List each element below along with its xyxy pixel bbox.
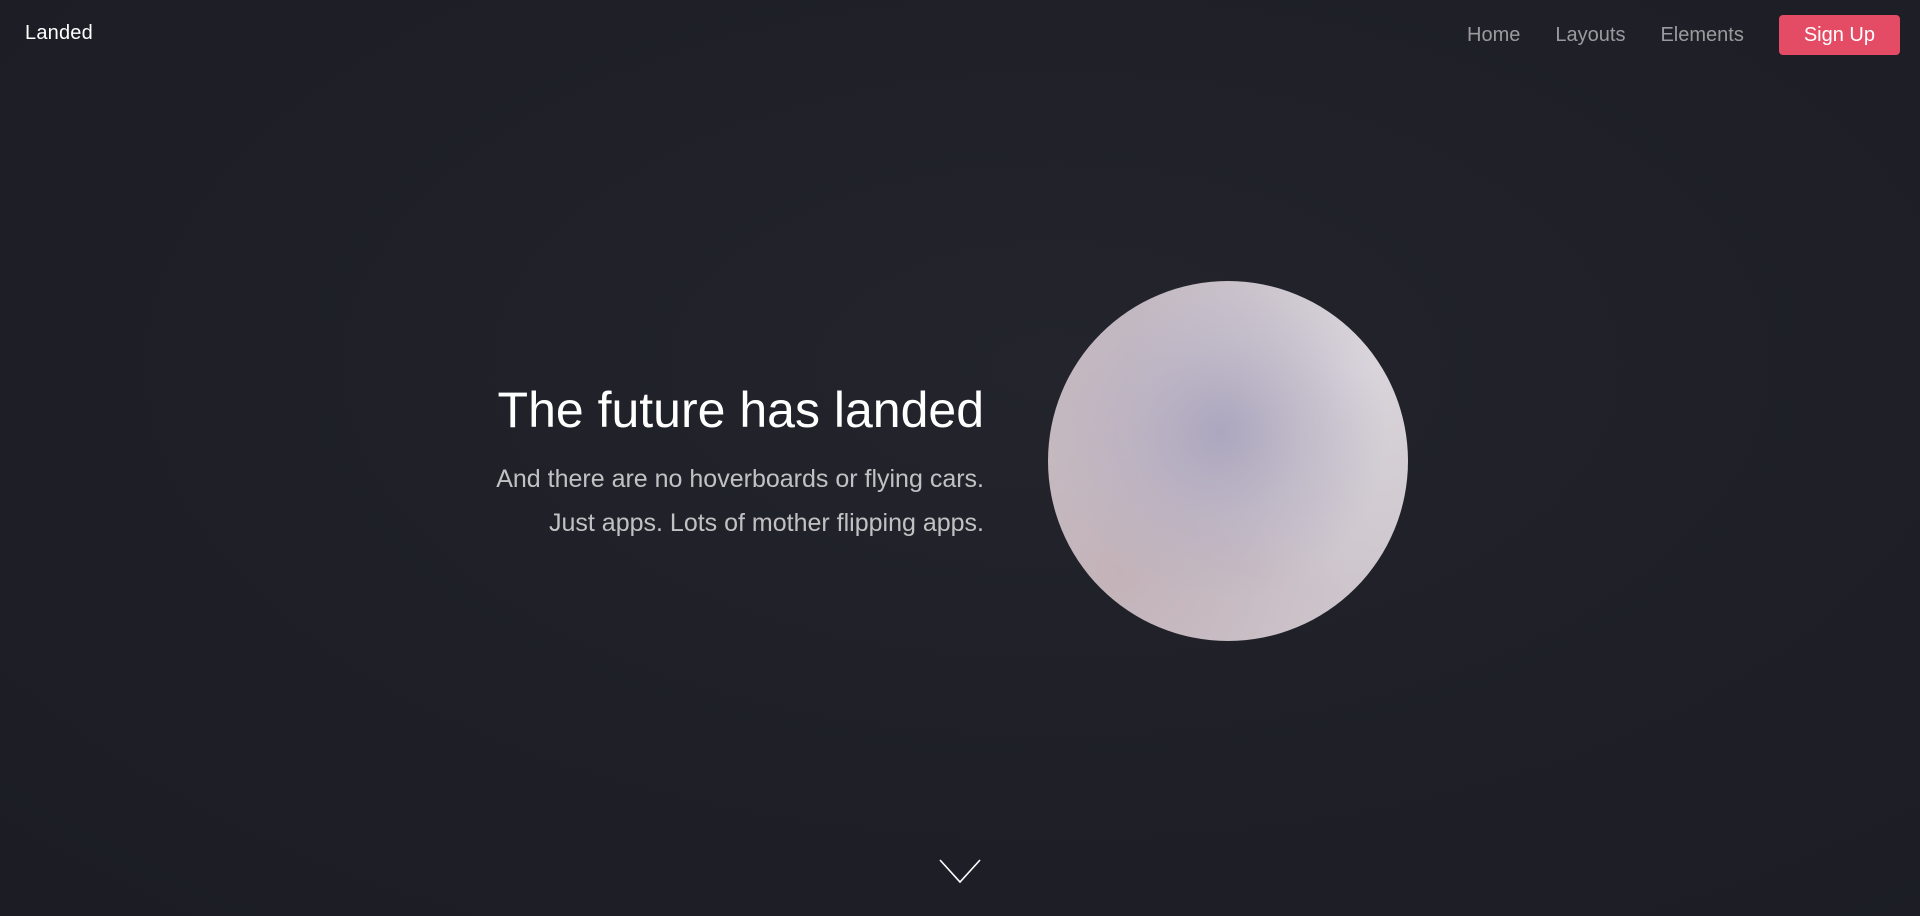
hero-title: The future has landed [497,382,984,438]
hero-image-circle [1048,281,1408,641]
hero-subtitle-line: And there are no hoverboards or flying c… [496,465,984,493]
site-header: Landed Home Layouts Elements Sign Up [0,0,1920,70]
site-logo[interactable]: Landed [25,22,93,45]
chevron-down-icon [939,859,981,884]
hero-subtitle: And there are no hoverboards or flying c… [496,457,984,545]
main-nav: Home Layouts Elements Sign Up [1467,15,1900,55]
nav-link-elements[interactable]: Elements [1660,24,1743,47]
hero-text: The future has landed And there are no h… [496,377,984,545]
scroll-down-button[interactable] [939,857,981,885]
nav-link-home[interactable]: Home [1467,24,1520,47]
hero-subtitle-line: Just apps. Lots of mother flipping apps. [549,509,984,537]
nav-link-layouts[interactable]: Layouts [1555,24,1625,47]
sign-up-button[interactable]: Sign Up [1778,15,1900,55]
